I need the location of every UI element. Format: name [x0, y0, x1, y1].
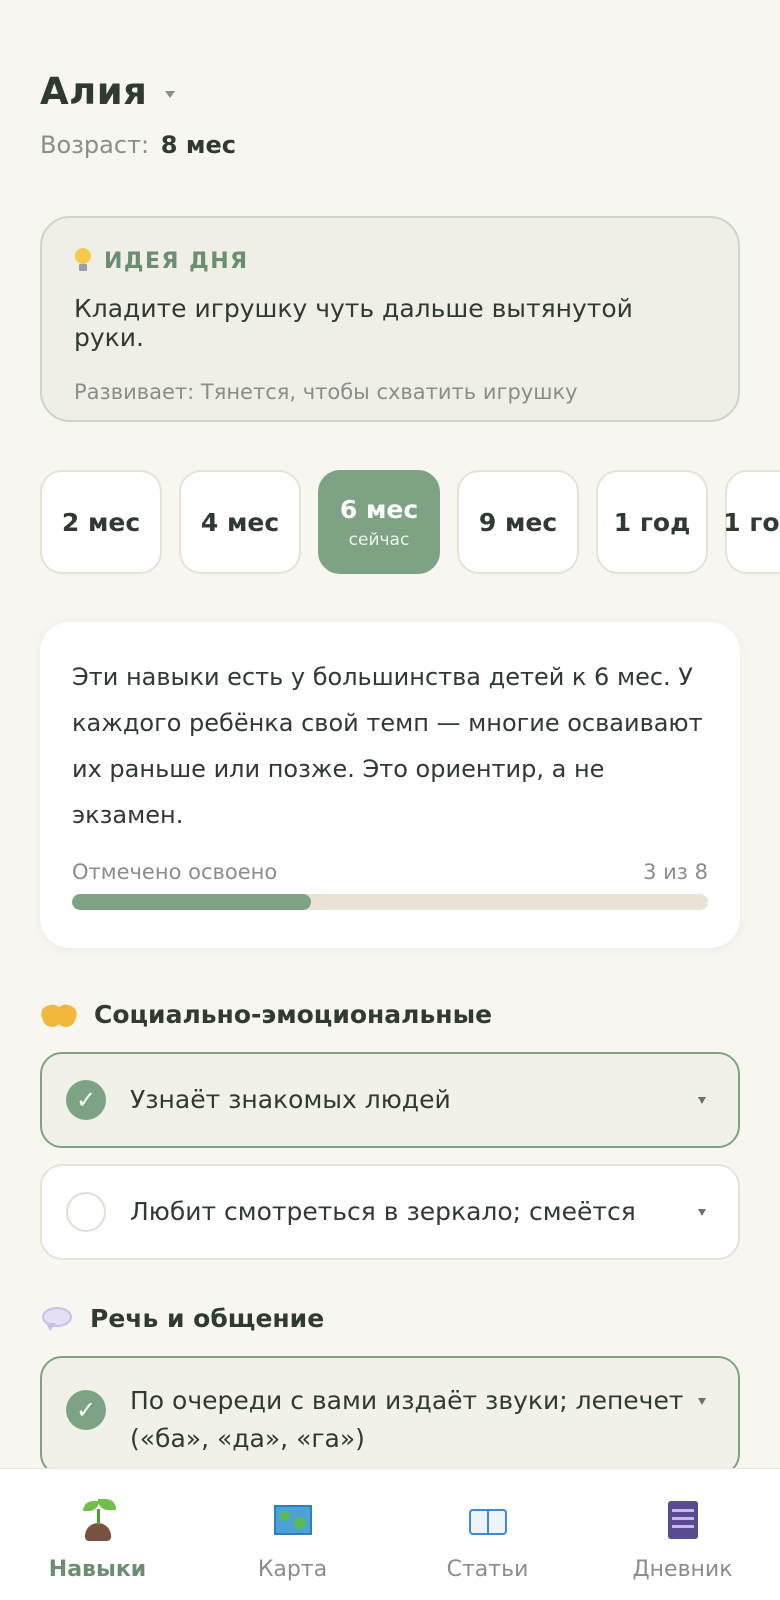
progress-bar [72, 894, 708, 910]
age-chip[interactable]: 1 год 6 мес [723, 470, 780, 574]
section-title: Речь и общение [90, 1304, 325, 1333]
bottom-navigation: Навыки Карта Статьи Дневник [0, 1468, 780, 1600]
age-chip-label: 6 мес [339, 494, 419, 524]
age-chip-label: 9 мес [478, 507, 558, 537]
age-chip[interactable]: 9 мес [457, 470, 579, 574]
empty-checkbox-icon[interactable] [66, 1192, 106, 1232]
age-chips-track: 2 мес 4 мес 6 мес сейчас 9 мес 1 год 1 год 6 м… [40, 470, 780, 574]
progress-label: Отмечено освоено [72, 860, 278, 884]
age-chip-sub: сейчас [348, 529, 410, 550]
age-chip[interactable]: 2 мес [40, 470, 162, 574]
speech-bubble-icon [42, 1306, 72, 1331]
lightbulb-icon [74, 248, 92, 274]
header: Алия Возраст: 8 мес [40, 70, 236, 159]
idea-develops: Развивает: Тянется, чтобы схватить игруш… [74, 380, 578, 404]
child-selector[interactable]: Алия [40, 70, 236, 113]
skill-label: Любит смотреться в зеркало; смеётся [130, 1197, 636, 1226]
age-chip[interactable]: 1 год [596, 470, 708, 574]
nav-item-diary[interactable]: Дневник [585, 1469, 780, 1600]
book-icon [467, 1499, 509, 1541]
chevron-down-icon[interactable] [698, 1208, 706, 1216]
info-text: Эти навыки есть у большинства детей к 6 … [72, 663, 703, 829]
skill-item[interactable]: Любит смотреться в зеркало; смеётся [40, 1164, 740, 1260]
milestone-info-card: Эти навыки есть у большинства детей к 6 … [40, 622, 740, 948]
checkmark-icon[interactable]: ✓ [66, 1080, 106, 1120]
child-name: Алия [40, 70, 148, 113]
age-chip-label: 2 мес [61, 507, 141, 537]
chevron-down-icon [165, 91, 176, 98]
heart-hands-icon [39, 1001, 79, 1030]
nav-label: Статьи [446, 1557, 529, 1582]
notebook-icon [662, 1499, 704, 1541]
progress-fill [72, 894, 311, 910]
age-row: Возраст: 8 мес [40, 131, 236, 159]
skill-item[interactable]: ✓ Узнаёт знакомых людей [40, 1052, 740, 1148]
age-selector[interactable]: 2 мес 4 мес 6 мес сейчас 9 мес 1 год 1 год 6 м… [40, 470, 780, 574]
progress-count: 3 из 8 [643, 860, 708, 884]
age-value: 8 мес [160, 131, 236, 159]
chevron-down-icon[interactable] [698, 1398, 706, 1405]
section-social-emotional: Социально-эмоциональные [39, 1000, 493, 1030]
progress-row: Отмечено освоено 3 из 8 [72, 860, 708, 884]
nav-label: Карта [257, 1557, 328, 1582]
skill-item[interactable]: ✓ По очереди с вами издаёт звуки; лепече… [40, 1356, 740, 1468]
nav-item-skills[interactable]: Навыки [0, 1469, 195, 1600]
idea-header: ИДЕЯ ДНЯ [74, 248, 706, 274]
idea-of-the-day-card: ИДЕЯ ДНЯ Кладите игрушку чуть дальше выт… [40, 216, 740, 422]
age-chip[interactable]: 4 мес [179, 470, 301, 574]
nav-label: Дневник [632, 1557, 733, 1582]
age-chip-label: 1 год 6 мес [723, 507, 780, 537]
idea-text: Кладите игрушку чуть дальше вытянутой ру… [74, 294, 633, 352]
checkmark-icon[interactable]: ✓ [66, 1390, 106, 1430]
idea-title: ИДЕЯ ДНЯ [104, 248, 249, 274]
age-chip-label: 1 год [613, 507, 691, 537]
section-title: Социально-эмоциональные [94, 1000, 493, 1029]
nav-item-articles[interactable]: Статьи [390, 1469, 585, 1600]
age-chip-label: 4 мес [200, 507, 280, 537]
sprout-icon [77, 1499, 119, 1541]
section-speech: Речь и общение [42, 1304, 324, 1333]
skill-label: Узнаёт знакомых людей [130, 1085, 451, 1114]
age-label: Возраст: [40, 131, 150, 159]
skill-label: По очереди с вами издаёт звуки; лепечет … [130, 1386, 684, 1453]
nav-label: Навыки [48, 1557, 147, 1582]
age-chip[interactable]: 6 мес сейчас [318, 470, 440, 574]
main-scroll-area[interactable]: Алия Возраст: 8 мес ИДЕЯ ДНЯ Кладите игр… [0, 0, 780, 1468]
map-icon [272, 1499, 314, 1541]
chevron-down-icon[interactable] [698, 1096, 706, 1104]
nav-item-map[interactable]: Карта [195, 1469, 390, 1600]
